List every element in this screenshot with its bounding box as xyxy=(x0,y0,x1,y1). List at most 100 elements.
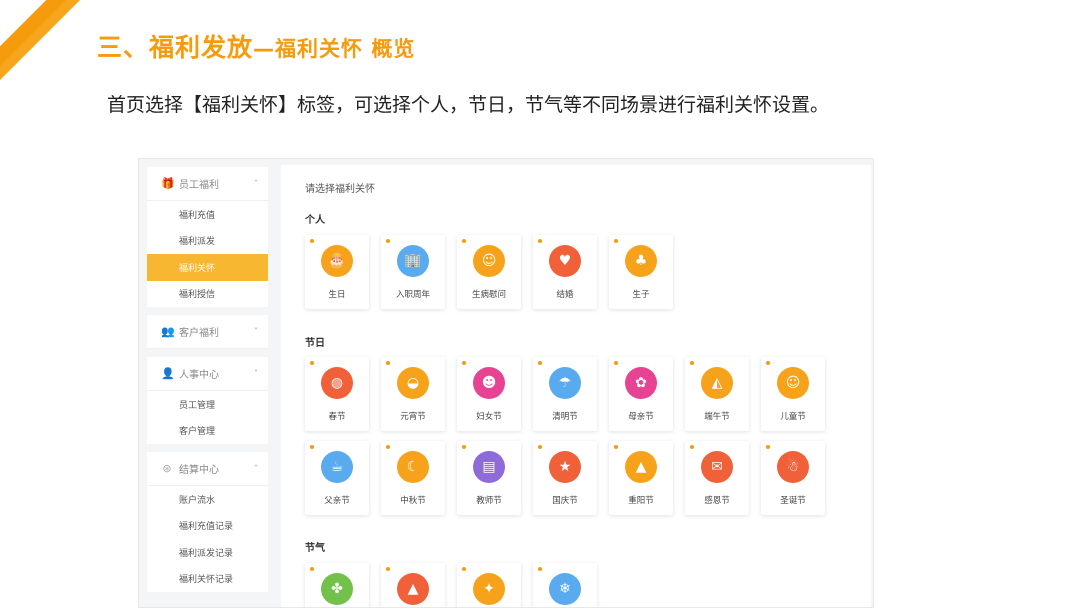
occasion-icon: ✿ xyxy=(625,367,657,399)
section-label: 个人 xyxy=(305,215,325,226)
card-corner-dot xyxy=(766,361,770,365)
card-corner-dot xyxy=(386,239,390,243)
occasion-icon: ✉ xyxy=(701,451,733,483)
care-option-card[interactable]: 🏢 入职周年 xyxy=(381,235,445,309)
care-option-card[interactable]: ✦ xyxy=(457,563,521,607)
care-option-card[interactable]: ☃ 圣诞节 xyxy=(761,441,825,515)
card-label: 父亲节 xyxy=(324,496,350,506)
choose-prompt: 请选择福利关怀 xyxy=(305,184,375,195)
card-corner-dot xyxy=(614,239,618,243)
menu-group-header[interactable]: ⊛ 结算中心 ˄ xyxy=(147,452,268,486)
menu-group-header[interactable]: 👤 人事中心 ˄ xyxy=(147,357,268,391)
card-label: 入职周年 xyxy=(395,290,430,300)
sidebar-item[interactable]: 福利充值记录 xyxy=(147,513,268,540)
occasion-icon: ★ xyxy=(549,451,581,483)
card-corner-dot xyxy=(462,239,466,243)
care-option-card[interactable]: ★ 国庆节 xyxy=(533,441,597,515)
card-label: 圣诞节 xyxy=(780,496,806,506)
card-label: 端午节 xyxy=(704,412,730,422)
card-corner-dot xyxy=(310,445,314,449)
occasion-icon: ☂ xyxy=(549,367,581,399)
care-option-card[interactable]: ◍ 春节 xyxy=(305,357,369,431)
app-screenshot: 🎁 员工福利 ˄ 福利充值 福利派发 福利关怀 福利授信 👥 客户福利 ˅ 👤 人事中心 ˄ 员工管理 客户… xyxy=(138,158,874,608)
card-label: 生日 xyxy=(328,290,346,300)
menu-group: 🎁 员工福利 ˄ 福利充值 福利派发 福利关怀 福利授信 xyxy=(147,167,268,307)
care-option-card[interactable]: ☕ 父亲节 xyxy=(305,441,369,515)
occasion-icon: ☻ xyxy=(473,367,505,399)
chevron-up-icon: ˄ xyxy=(254,369,258,378)
sidebar-item[interactable]: 客户管理 xyxy=(147,418,268,445)
card-label: 母亲节 xyxy=(628,412,654,422)
card-corner-dot xyxy=(538,567,542,571)
occasion-icon: ❄ xyxy=(549,573,581,605)
menu-group-label: 员工福利 xyxy=(179,180,219,191)
care-option-card[interactable]: ◒ 元宵节 xyxy=(381,357,445,431)
sidebar-item[interactable]: 福利关怀 xyxy=(147,254,268,281)
care-option-card[interactable]: ▲ 重阳节 xyxy=(609,441,673,515)
care-option-card[interactable]: ☾ 中秋节 xyxy=(381,441,445,515)
menu-group-label: 结算中心 xyxy=(179,465,219,476)
card-label: 教师节 xyxy=(476,496,502,506)
slide-description: 首页选择【福利关怀】标签，可选择个人，节日，节气等不同场景进行福利关怀设置。 xyxy=(107,94,830,116)
card-label: 结婚 xyxy=(556,290,574,300)
sidebar-item[interactable]: 福利充值 xyxy=(147,201,268,228)
card-label: 元宵节 xyxy=(400,412,426,422)
menu-group: 👤 人事中心 ˄ 员工管理 客户管理 xyxy=(147,357,268,444)
slide-title-main: 三、福利发放 xyxy=(97,33,254,62)
card-label: 生子 xyxy=(632,290,650,300)
care-option-card[interactable]: 🎂 生日 xyxy=(305,235,369,309)
card-corner-dot xyxy=(690,361,694,365)
main-content: 请选择福利关怀 个人 🎂 生日 🏢 入职周年 ☺ 生病慰问 ♥ 结婚 ♣ 生子节日 ◍ 春节 ◒ 元宵节 ☻ 妇… xyxy=(281,165,871,607)
users-icon: 👥 xyxy=(161,324,175,338)
card-corner-dot xyxy=(310,361,314,365)
card-corner-dot xyxy=(538,361,542,365)
card-label: 春节 xyxy=(328,412,346,422)
sidebar-item[interactable]: 账户流水 xyxy=(147,486,268,513)
sidebar-item[interactable]: 员工管理 xyxy=(147,391,268,418)
card-corner-dot xyxy=(310,567,314,571)
card-label: 清明节 xyxy=(552,412,578,422)
occasion-icon: ◒ xyxy=(397,367,429,399)
card-corner-dot xyxy=(462,445,466,449)
menu-group-label: 客户福利 xyxy=(179,328,219,339)
care-option-card[interactable]: ✤ xyxy=(305,563,369,607)
sidebar-item[interactable]: 福利派发 xyxy=(147,228,268,255)
care-option-card[interactable]: ✉ 感恩节 xyxy=(685,441,749,515)
care-option-card[interactable]: ▤ 教师节 xyxy=(457,441,521,515)
care-option-card[interactable]: ☺ 生病慰问 xyxy=(457,235,521,309)
occasion-icon: ▤ xyxy=(473,451,505,483)
card-label: 国庆节 xyxy=(552,496,578,506)
sidebar-item[interactable]: 福利授信 xyxy=(147,281,268,308)
care-option-card[interactable]: ☻ 妇女节 xyxy=(457,357,521,431)
care-option-card[interactable]: ♣ 生子 xyxy=(609,235,673,309)
occasion-icon: ▲ xyxy=(397,573,429,605)
sidebar-item[interactable]: 福利关怀记录 xyxy=(147,566,268,593)
occasion-icon: 🎂 xyxy=(321,245,353,277)
care-option-card[interactable]: ◭ 端午节 xyxy=(685,357,749,431)
care-option-card[interactable]: ☺ 儿童节 xyxy=(761,357,825,431)
occasion-icon: ☕ xyxy=(321,451,353,483)
card-label: 中秋节 xyxy=(400,496,426,506)
chevron-up-icon: ˄ xyxy=(254,179,258,188)
card-corner-dot xyxy=(538,445,542,449)
card-label: 感恩节 xyxy=(704,496,730,506)
section-label: 节日 xyxy=(305,338,325,349)
occasion-icon: ✤ xyxy=(321,573,353,605)
care-option-card[interactable]: ☂ 清明节 xyxy=(533,357,597,431)
corner-decoration xyxy=(0,0,90,95)
card-label: 重阳节 xyxy=(628,496,654,506)
occasion-icon: ☺ xyxy=(777,367,809,399)
corner-stripe xyxy=(0,0,90,95)
occasion-icon: ◭ xyxy=(701,367,733,399)
care-option-card[interactable]: ▲ xyxy=(381,563,445,607)
slide-title-sub: —福利关怀 概览 xyxy=(253,37,416,61)
care-option-card[interactable]: ✿ 母亲节 xyxy=(609,357,673,431)
occasion-icon: ♥ xyxy=(549,245,581,277)
sidebar-item[interactable]: 福利派发记录 xyxy=(147,539,268,566)
care-option-card[interactable]: ❄ xyxy=(533,563,597,607)
menu-group-header[interactable]: 👥 客户福利 ˅ xyxy=(147,315,268,349)
person-icon: 👤 xyxy=(161,366,175,380)
menu-group-header[interactable]: 🎁 员工福利 ˄ xyxy=(147,167,268,201)
card-label: 儿童节 xyxy=(780,412,806,422)
care-option-card[interactable]: ♥ 结婚 xyxy=(533,235,597,309)
